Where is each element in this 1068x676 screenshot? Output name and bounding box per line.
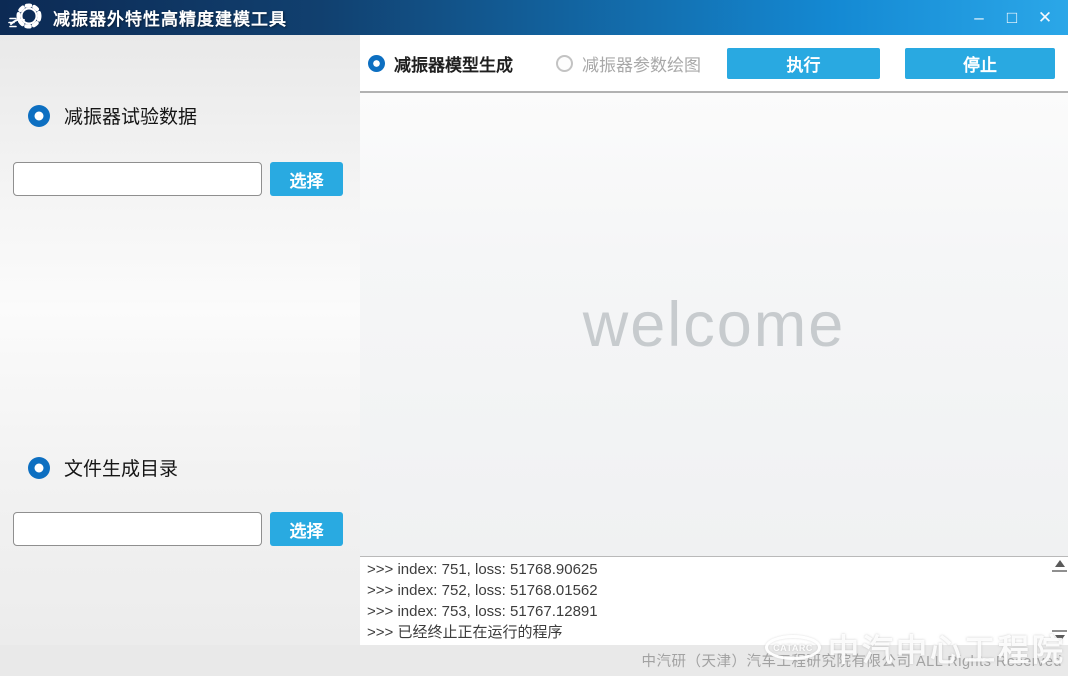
mode-parameter-plot-radio[interactable]: 减振器参数绘图 — [556, 51, 701, 76]
window-title: 减振器外特性高精度建模工具 — [53, 5, 287, 30]
copyright-text: 中汽研（天津）汽车工程研究院有限公司 ALL Rights Reserved — [641, 650, 1062, 671]
app-logo-gear-car-icon — [7, 3, 43, 33]
test-data-radio-option[interactable]: 减振器试验数据 — [28, 102, 197, 129]
scroll-down-button[interactable] — [1052, 630, 1067, 642]
welcome-canvas: welcome — [360, 93, 1068, 556]
maximize-icon[interactable]: □ — [1003, 9, 1021, 26]
scrollbar-divider — [1052, 570, 1067, 572]
scrollbar-divider — [1052, 630, 1067, 632]
mode-model-generation-label: 减振器模型生成 — [394, 51, 513, 76]
window-controls: – □ ✕ — [970, 9, 1068, 26]
output-dir-path-input[interactable] — [13, 512, 262, 546]
output-dir-file-row: 选择 — [13, 512, 343, 546]
radio-selected-icon[interactable] — [28, 457, 50, 479]
arrow-down-icon — [1055, 635, 1065, 642]
radio-unselected-icon[interactable] — [556, 55, 573, 72]
sidebar: 减振器试验数据 选择 文件生成目录 选择 — [0, 35, 360, 645]
stop-button[interactable]: 停止 — [905, 48, 1055, 79]
log-line: >>> index: 753, loss: 51767.12891 — [367, 601, 1044, 622]
log-panel: >>> index: 751, loss: 51768.90625 >>> in… — [360, 556, 1068, 645]
output-dir-select-button[interactable]: 选择 — [270, 512, 343, 546]
test-data-label: 减振器试验数据 — [64, 102, 197, 129]
welcome-text: welcome — [583, 289, 846, 361]
app-window: 减振器外特性高精度建模工具 – □ ✕ 减振器试验数据 选择 文件生成目录 — [0, 0, 1068, 676]
test-data-file-row: 选择 — [13, 162, 343, 196]
scroll-up-button[interactable] — [1052, 560, 1067, 572]
output-dir-label: 文件生成目录 — [64, 454, 178, 481]
mode-model-generation-radio[interactable]: 减振器模型生成 — [368, 51, 513, 76]
radio-selected-icon[interactable] — [28, 105, 50, 127]
execute-button[interactable]: 执行 — [727, 48, 880, 79]
mode-toolbar: 减振器模型生成 减振器参数绘图 执行 停止 — [360, 35, 1068, 93]
close-icon[interactable]: ✕ — [1036, 9, 1054, 26]
log-output: >>> index: 751, loss: 51768.90625 >>> in… — [360, 557, 1051, 645]
radio-selected-icon[interactable] — [368, 55, 385, 72]
test-data-path-input[interactable] — [13, 162, 262, 196]
output-dir-radio-option[interactable]: 文件生成目录 — [28, 454, 178, 481]
mode-parameter-plot-label: 减振器参数绘图 — [582, 51, 701, 76]
log-scrollbar[interactable] — [1051, 557, 1068, 645]
arrow-up-icon — [1055, 560, 1065, 567]
main-area: 减振器模型生成 减振器参数绘图 执行 停止 welcome >>> index:… — [360, 35, 1068, 645]
log-line: >>> 已经终止正在运行的程序 — [367, 622, 1044, 643]
titlebar: 减振器外特性高精度建模工具 – □ ✕ — [0, 0, 1068, 35]
footer: 中汽研（天津）汽车工程研究院有限公司 ALL Rights Reserved — [0, 645, 1068, 676]
log-line: >>> index: 751, loss: 51768.90625 — [367, 559, 1044, 580]
test-data-select-button[interactable]: 选择 — [270, 162, 343, 196]
minimize-icon[interactable]: – — [970, 9, 988, 26]
log-line: >>> index: 752, loss: 51768.01562 — [367, 580, 1044, 601]
